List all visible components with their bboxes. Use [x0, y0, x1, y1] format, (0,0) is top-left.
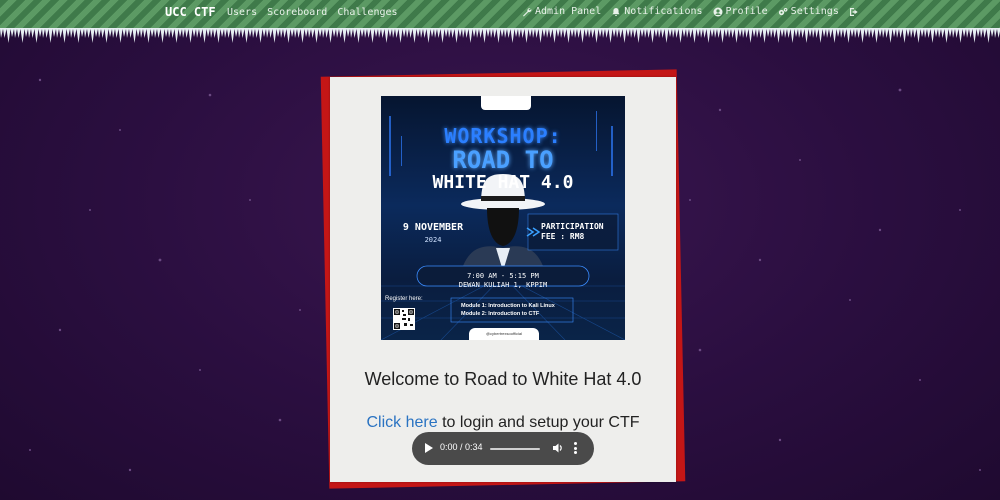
audio-player[interactable]: 0:00 / 0:34 [412, 432, 594, 465]
nav-admin-panel[interactable]: Admin Panel [522, 6, 601, 17]
poster-modules: Module 1: Introduction to Kali Linux Mod… [461, 302, 571, 318]
login-instruction-text: to login and setup your CTF [437, 414, 640, 431]
nav-challenges[interactable]: Challenges [337, 7, 397, 18]
wrench-icon [523, 7, 532, 17]
qr-code-icon [393, 308, 415, 330]
poster-register: Register here: [385, 296, 423, 302]
audio-time: 0:00 / 0:34 [440, 442, 483, 452]
welcome-heading: Welcome to Road to White Hat 4.0 [364, 369, 642, 389]
nav-notifications[interactable]: Notifications [611, 6, 703, 17]
poster-date: 9 NOVEMBER [402, 222, 464, 233]
poster-time-venue: 7:00 AM - 5:15 PM DEWAN KULIAH 1, KPPIM [421, 272, 585, 290]
settings-label: Settings [790, 6, 839, 17]
poster-fee: PARTICIPATION FEE : RM8 [541, 222, 604, 241]
poster-year: 2024 [424, 236, 442, 244]
logout-icon [849, 7, 858, 16]
brand-logo[interactable]: UCC CTF [165, 5, 216, 19]
poster-venue: DEWAN KULIAH 1, KPPIM [458, 281, 548, 289]
nav-logout[interactable] [849, 7, 859, 17]
profile-label: Profile [725, 6, 768, 17]
nav-users[interactable]: Users [227, 7, 257, 18]
play-icon[interactable] [425, 443, 433, 453]
icicle-decoration [0, 26, 1000, 48]
nav-scoreboard[interactable]: Scoreboard [267, 7, 327, 18]
navbar: UCC CTF Users Scoreboard Challenges Admi… [0, 0, 1000, 28]
bell-icon [612, 7, 620, 16]
user-circle-icon [713, 7, 723, 16]
poster-social-handle: @cybertrexsoofficial [469, 328, 539, 340]
poster-module-1: Module 1: Introduction to Kali Linux [461, 303, 555, 309]
login-link[interactable]: Click here [366, 414, 437, 431]
nav-left: Users Scoreboard Challenges [227, 7, 398, 18]
notifications-label: Notifications [624, 6, 703, 17]
welcome-card: WORKSHOP: ROAD TO WHITE HAT 4.0 9 NOVEMB… [330, 77, 676, 482]
nav-settings[interactable]: Settings [778, 6, 839, 17]
poster-time: 7:00 AM - 5:15 PM [467, 272, 539, 280]
admin-panel-label: Admin Panel [535, 6, 602, 17]
login-instruction: Click here to login and setup your CTF [330, 414, 676, 432]
workshop-poster-image: WORKSHOP: ROAD TO WHITE HAT 4.0 9 NOVEMB… [381, 96, 625, 340]
poster-title-line3: WHITE HAT 4.0 [432, 172, 574, 193]
poster-university-logos [481, 96, 531, 110]
volume-icon[interactable] [552, 442, 564, 454]
nav-profile[interactable]: Profile [713, 6, 768, 17]
audio-seek-bar[interactable] [490, 448, 540, 450]
poster-module-2: Module 2: Introduction to CTF [461, 311, 540, 317]
poster-title-line2: ROAD TO [452, 146, 554, 174]
poster-title-line1: WORKSHOP: [444, 124, 562, 148]
gears-icon [778, 7, 788, 15]
more-options-icon[interactable] [574, 442, 578, 456]
nav-right: Admin Panel Notifications Profile Settin… [522, 6, 859, 17]
